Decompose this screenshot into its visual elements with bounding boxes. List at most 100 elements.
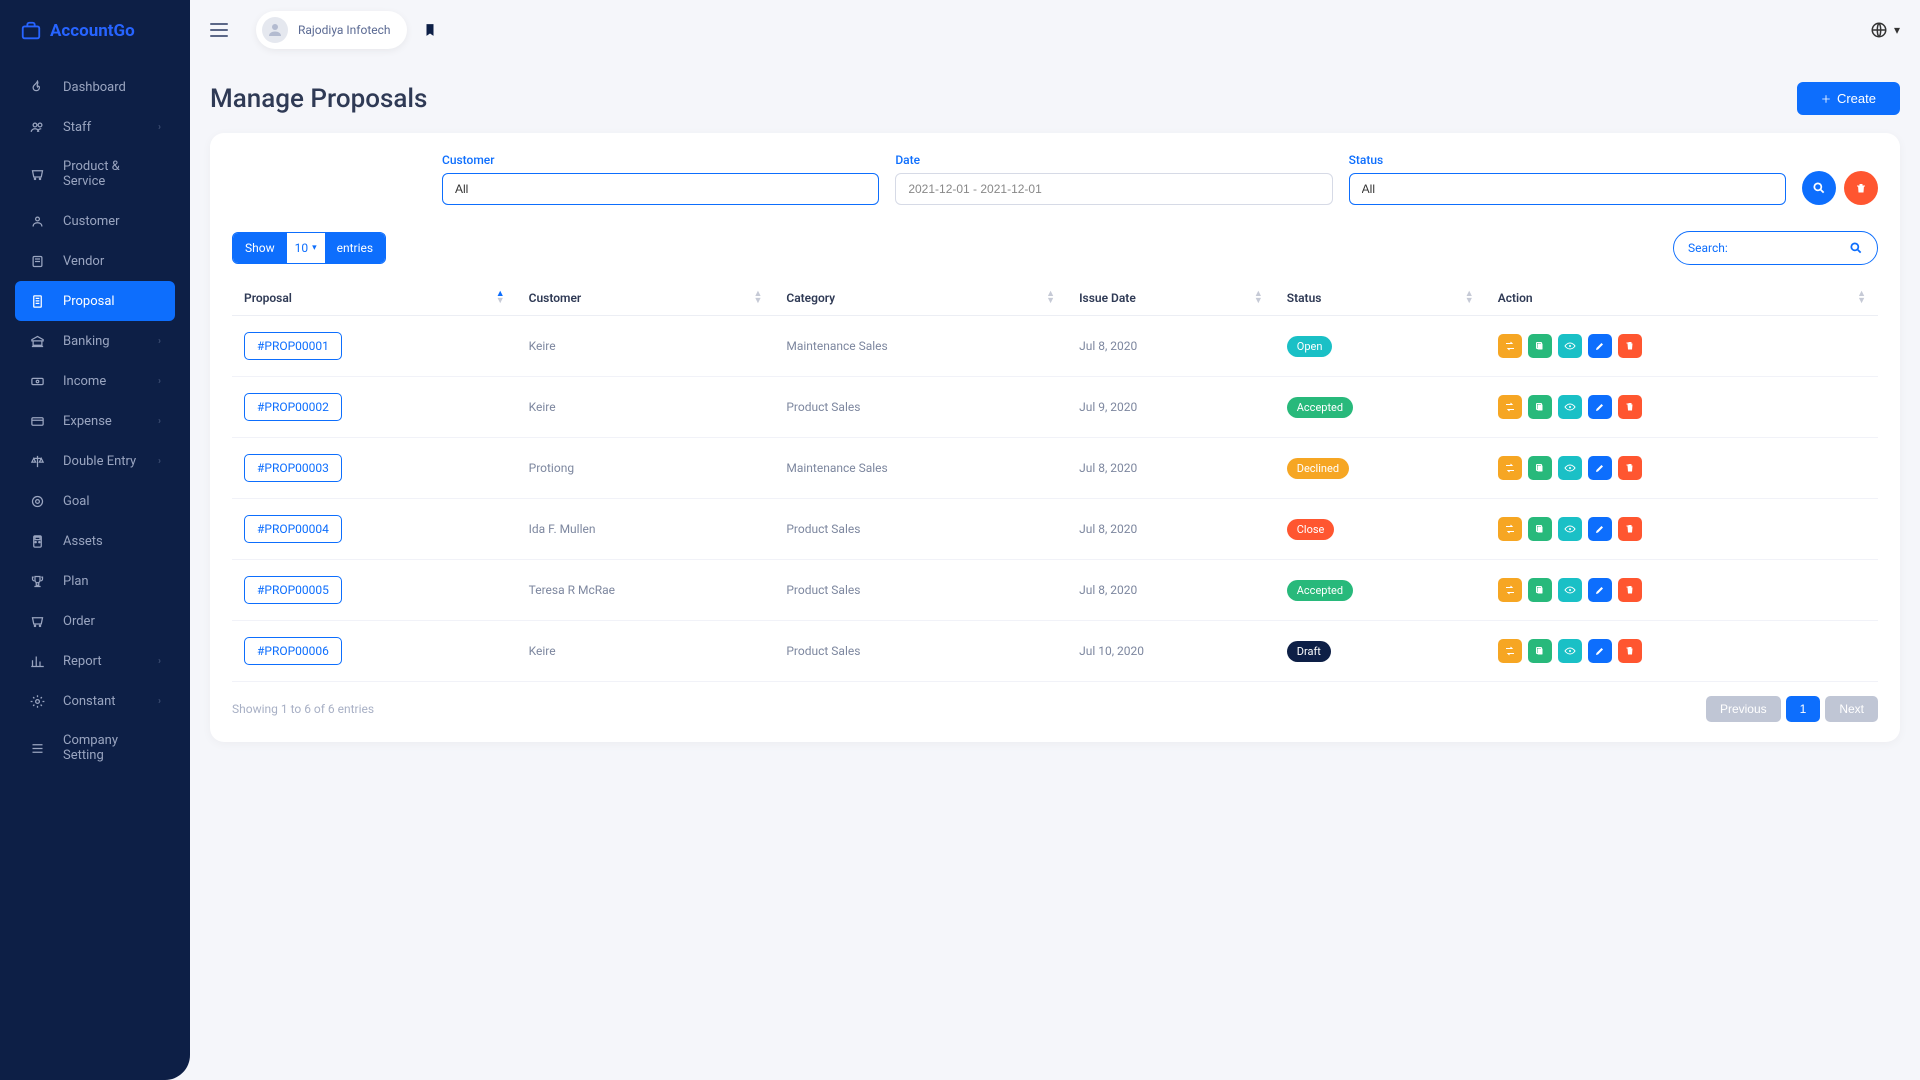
proposals-card: Customer Date Status [210,133,1900,742]
delete-button[interactable] [1618,639,1642,663]
sidebar-item-income[interactable]: Income› [15,361,175,401]
view-button[interactable] [1558,456,1582,480]
filter-reset-button[interactable] [1844,171,1878,205]
col-issue-date[interactable]: Issue Date▲▼ [1067,281,1275,316]
company-name: Rajodiya Infotech [298,23,391,37]
duplicate-button[interactable] [1528,578,1552,602]
sidebar-item-product-and-service[interactable]: Product & Service [15,147,175,201]
users-icon [29,119,45,135]
status-badge: Open [1287,336,1333,357]
sidebar-item-goal[interactable]: Goal [15,481,175,521]
view-button[interactable] [1558,395,1582,419]
sidebar-item-label: Expense [63,414,112,429]
delete-button[interactable] [1618,517,1642,541]
search-input[interactable]: Search: [1673,231,1878,265]
edit-button[interactable] [1588,517,1612,541]
col-action[interactable]: Action▲▼ [1486,281,1878,316]
cart-icon [29,166,45,182]
nav-menu: DashboardStaff›Product & ServiceCustomer… [0,62,190,775]
convert-button[interactable] [1498,578,1522,602]
sidebar-item-expense[interactable]: Expense› [15,401,175,441]
duplicate-button[interactable] [1528,517,1552,541]
table-footer: Showing 1 to 6 of 6 entries Previous 1 N… [232,696,1878,722]
convert-button[interactable] [1498,639,1522,663]
proposal-link[interactable]: #PROP00004 [244,515,342,543]
sidebar-item-company-setting[interactable]: Company Setting [15,721,175,775]
col-customer[interactable]: Customer▲▼ [517,281,775,316]
convert-button[interactable] [1498,456,1522,480]
convert-button[interactable] [1498,395,1522,419]
col-status[interactable]: Status▲▼ [1275,281,1486,316]
page-1[interactable]: 1 [1786,696,1821,722]
row-actions [1498,456,1866,480]
view-button[interactable] [1558,334,1582,358]
sidebar: AccountGo DashboardStaff›Product & Servi… [0,0,190,1080]
filter-actions [1802,171,1878,205]
convert-button[interactable] [1498,334,1522,358]
edit-button[interactable] [1588,578,1612,602]
sidebar-item-label: Banking [63,334,110,349]
col-category[interactable]: Category▲▼ [774,281,1067,316]
page-next[interactable]: Next [1825,696,1878,722]
company-selector[interactable]: Rajodiya Infotech [256,11,407,49]
proposal-link[interactable]: #PROP00003 [244,454,342,482]
view-button[interactable] [1558,517,1582,541]
delete-button[interactable] [1618,456,1642,480]
proposal-link[interactable]: #PROP00005 [244,576,342,604]
sidebar-item-order[interactable]: Order [15,601,175,641]
sidebar-item-plan[interactable]: Plan [15,561,175,601]
language-icon[interactable] [1870,21,1888,39]
sidebar-item-label: Company Setting [63,733,161,763]
sidebar-item-staff[interactable]: Staff› [15,107,175,147]
sidebar-item-banking[interactable]: Banking› [15,321,175,361]
entries-label: entries [325,233,385,263]
chevron-down-icon[interactable]: ▾ [1894,23,1900,37]
sidebar-item-constant[interactable]: Constant› [15,681,175,721]
view-button[interactable] [1558,639,1582,663]
view-button[interactable] [1558,578,1582,602]
table-controls: Show 10 ▾ entries Search: [232,231,1878,265]
delete-button[interactable] [1618,395,1642,419]
filter-search-button[interactable] [1802,171,1836,205]
filter-date-input[interactable] [895,173,1332,205]
create-button[interactable]: Create [1797,82,1900,115]
duplicate-button[interactable] [1528,395,1552,419]
edit-button[interactable] [1588,395,1612,419]
bookmark-icon[interactable] [423,22,437,38]
trophy-icon [29,573,45,589]
delete-button[interactable] [1618,578,1642,602]
sidebar-item-vendor[interactable]: Vendor [15,241,175,281]
proposal-link[interactable]: #PROP00006 [244,637,342,665]
cell-customer: Keire [517,316,775,377]
sidebar-item-customer[interactable]: Customer [15,201,175,241]
filter-status: Status [1349,153,1786,205]
sidebar-item-report[interactable]: Report› [15,641,175,681]
filter-customer-input[interactable] [442,173,879,205]
sort-icon: ▲▼ [1857,291,1866,305]
duplicate-button[interactable] [1528,456,1552,480]
col-proposal[interactable]: Proposal▲▼ [232,281,517,316]
brand-logo[interactable]: AccountGo [0,0,190,62]
proposal-link[interactable]: #PROP00002 [244,393,342,421]
edit-button[interactable] [1588,639,1612,663]
cell-category: Product Sales [774,560,1067,621]
edit-button[interactable] [1588,334,1612,358]
sidebar-item-assets[interactable]: Assets [15,521,175,561]
page-prev[interactable]: Previous [1706,696,1781,722]
proposal-link[interactable]: #PROP00001 [244,332,342,360]
status-badge: Draft [1287,641,1331,662]
chevron-right-icon: › [158,122,161,133]
sidebar-toggle[interactable] [210,23,228,37]
sidebar-item-double-entry[interactable]: Double Entry› [15,441,175,481]
duplicate-button[interactable] [1528,639,1552,663]
delete-button[interactable] [1618,334,1642,358]
page-size-selector[interactable]: Show 10 ▾ entries [232,232,386,264]
edit-button[interactable] [1588,456,1612,480]
convert-button[interactable] [1498,517,1522,541]
duplicate-button[interactable] [1528,334,1552,358]
chevron-right-icon: › [158,656,161,667]
filter-status-input[interactable] [1349,173,1786,205]
page-size-value[interactable]: 10 ▾ [287,233,325,263]
sidebar-item-dashboard[interactable]: Dashboard [15,67,175,107]
sidebar-item-proposal[interactable]: Proposal [15,281,175,321]
